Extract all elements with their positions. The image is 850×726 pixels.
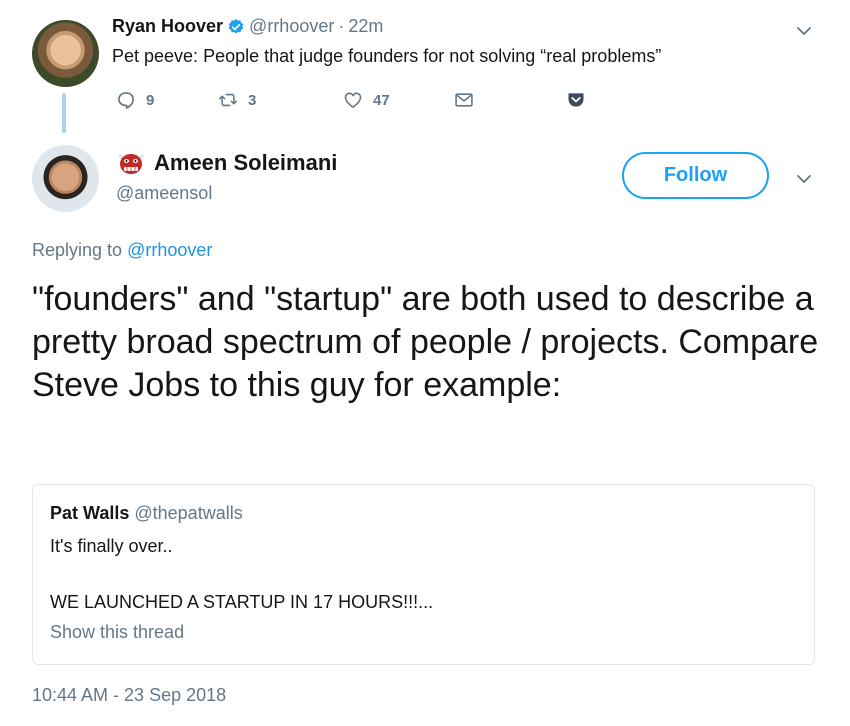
- retweet-icon: [218, 93, 238, 107]
- quoted-author-handle: @thepatwalls: [134, 503, 243, 523]
- quoted-tweet-text-line: WE LAUNCHED A STARTUP IN 17 HOURS!!!...: [50, 592, 434, 612]
- avatar[interactable]: [32, 20, 99, 87]
- thread-connector: [62, 93, 66, 133]
- follow-button[interactable]: Follow: [622, 152, 769, 199]
- author-name[interactable]: Ameen Soleimani: [154, 150, 337, 176]
- parent-tweet-header: Ryan Hoover @rrhoover · 22m: [112, 16, 383, 37]
- quoted-author-name: Pat Walls: [50, 503, 130, 523]
- dm-button[interactable]: [454, 90, 484, 110]
- tweet-timestamp[interactable]: 10:44 AM - 23 Sep 2018: [32, 685, 226, 706]
- retweet-count: 3: [248, 91, 257, 109]
- reply-count: 9: [146, 91, 155, 109]
- quoted-tweet[interactable]: Pat Walls @thepatwalls It's finally over…: [32, 484, 815, 665]
- author-name[interactable]: Ryan Hoover: [112, 16, 223, 37]
- replying-to: Replying to @rrhoover: [32, 240, 212, 261]
- chevron-down-icon[interactable]: [795, 22, 813, 40]
- avatar[interactable]: [32, 145, 99, 212]
- tweet-time[interactable]: 22m: [348, 16, 383, 37]
- parent-tweet-text: Pet peeve: People that judge founders fo…: [112, 46, 662, 66]
- main-tweet-text: "founders" and "startup" are both used t…: [32, 280, 819, 404]
- like-icon: [344, 92, 362, 108]
- quoted-tweet-text-line: It's finally over..: [50, 536, 173, 556]
- ogre-emoji-icon: [118, 154, 144, 174]
- author-handle[interactable]: @ameensol: [116, 183, 212, 204]
- author-handle[interactable]: @rrhoover: [249, 16, 334, 37]
- pocket-icon: [568, 93, 584, 107]
- chevron-down-icon[interactable]: [795, 170, 813, 188]
- replying-mention-link[interactable]: @rrhoover: [127, 240, 212, 260]
- meta-separator: ·: [338, 16, 345, 36]
- replying-prefix: Replying to: [32, 240, 123, 260]
- dm-icon: [455, 93, 473, 107]
- reply-button[interactable]: 9: [116, 90, 154, 110]
- like-button[interactable]: 47: [343, 90, 390, 110]
- like-count: 47: [373, 91, 390, 109]
- quoted-tweet-header: Pat Walls @thepatwalls: [50, 503, 243, 524]
- pocket-button[interactable]: [566, 90, 596, 110]
- parent-tweet[interactable]: Ryan Hoover @rrhoover · 22m Pet peeve: P…: [0, 0, 850, 140]
- reply-icon: [118, 92, 134, 109]
- main-tweet-author-row: Ameen Soleimani: [116, 150, 337, 176]
- verified-icon: [228, 18, 244, 34]
- retweet-button[interactable]: 3: [218, 90, 256, 110]
- show-thread-link[interactable]: Show this thread: [50, 622, 184, 643]
